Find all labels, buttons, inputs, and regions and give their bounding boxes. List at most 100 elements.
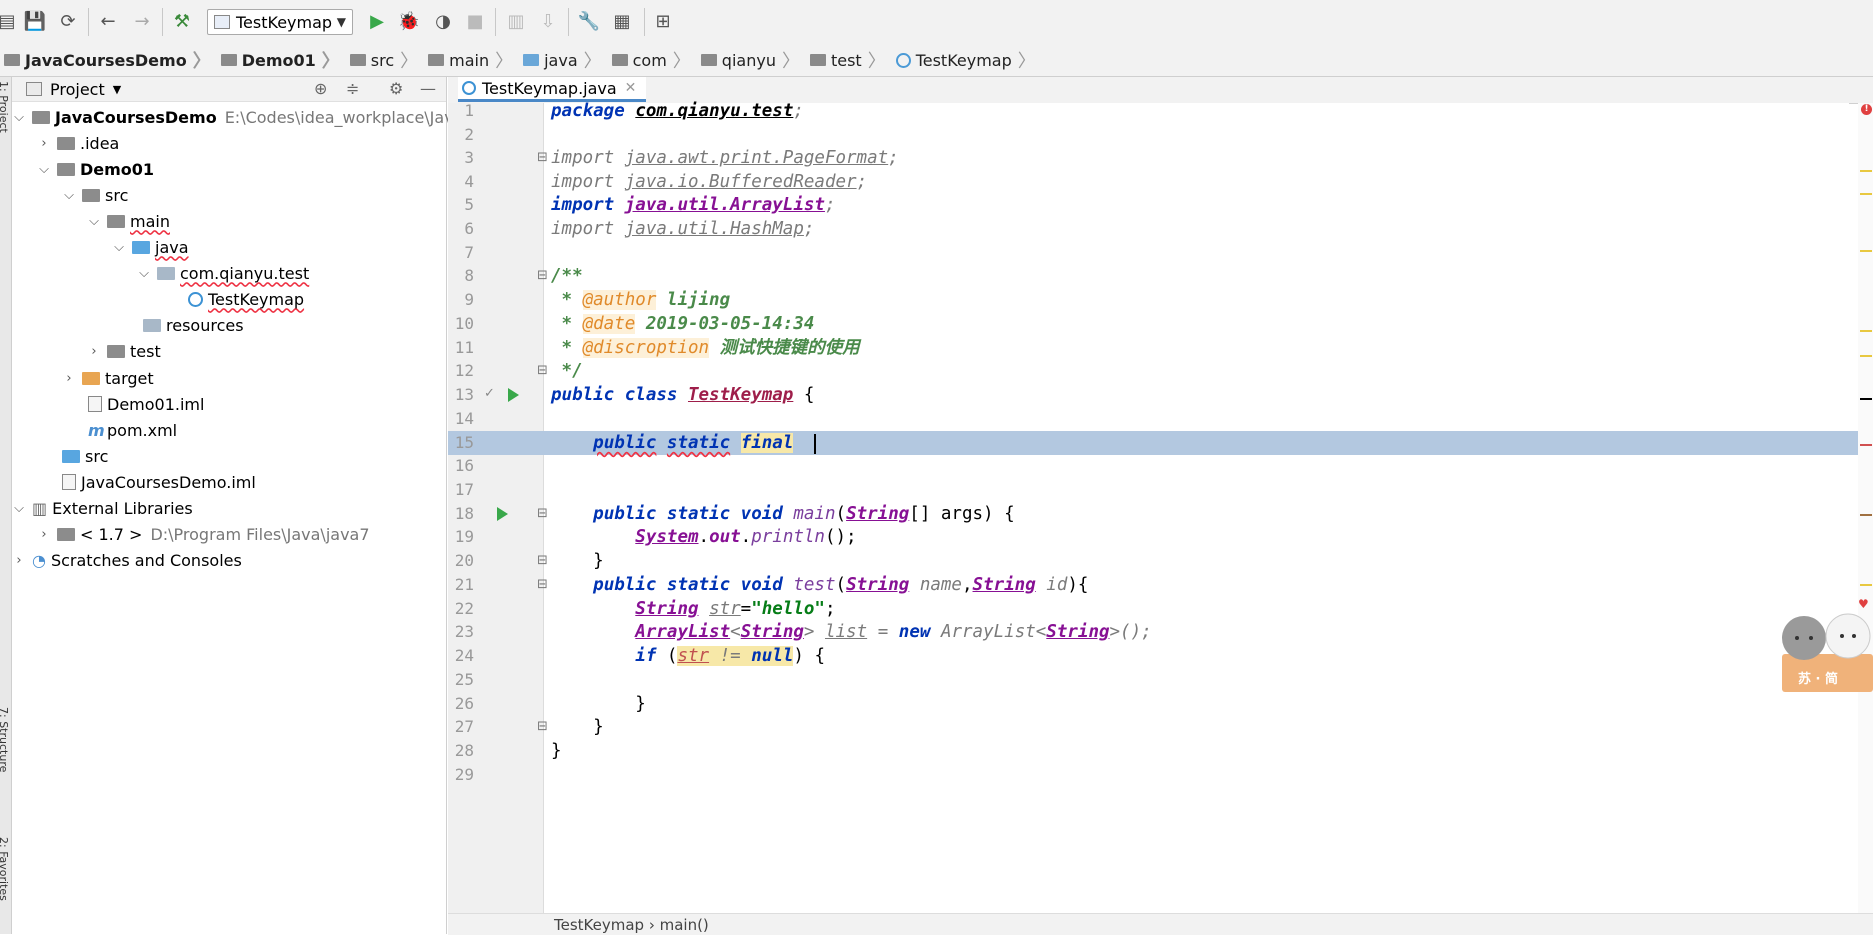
- tree-item-testkeymap[interactable]: TestKeymap: [182, 288, 304, 310]
- forward-icon[interactable]: →: [131, 11, 153, 33]
- warning-mark[interactable]: [1860, 250, 1872, 252]
- favorites-tool-tab[interactable]: 2: Favorites: [0, 837, 10, 901]
- sync-icon[interactable]: ⟳: [57, 11, 79, 33]
- folder-icon: [107, 214, 125, 228]
- project-tool-tab[interactable]: 1: Project: [0, 81, 10, 133]
- vcs-update-icon[interactable]: ▥: [505, 11, 527, 33]
- fold-marker-icon[interactable]: ⊟: [537, 719, 548, 734]
- minimize-icon[interactable]: —: [420, 79, 436, 98]
- chevron-down-icon[interactable]: ⌵: [12, 501, 26, 516]
- line-number: 13: [454, 385, 474, 404]
- tree-item-root-src[interactable]: src: [56, 445, 108, 467]
- vcs-commit-icon[interactable]: ⇩: [537, 11, 559, 33]
- breadcrumb-item[interactable]: src 〉: [346, 44, 424, 76]
- build-hammer-icon[interactable]: ⚒: [171, 11, 193, 33]
- chevron-right-icon[interactable]: ›: [62, 371, 76, 386]
- tree-item-main[interactable]: ⌵ main: [87, 210, 170, 232]
- warning-mark[interactable]: [1860, 514, 1872, 516]
- warning-mark[interactable]: [1860, 193, 1872, 195]
- tree-item-resources[interactable]: resources: [137, 314, 244, 336]
- tree-item-javacoursesdemo-iml[interactable]: JavaCoursesDemo.iml: [56, 471, 256, 493]
- tree-item-scratches[interactable]: › ◔ Scratches and Consoles: [12, 549, 241, 571]
- locate-target-icon[interactable]: ⊕: [314, 79, 327, 98]
- breadcrumb-item[interactable]: java 〉: [519, 44, 608, 76]
- error-mark[interactable]: [1860, 444, 1872, 446]
- tree-item-demo01[interactable]: ⌵ Demo01: [37, 158, 154, 180]
- project-panel-title[interactable]: Project: [50, 80, 105, 99]
- chevron-down-icon[interactable]: ⌵: [112, 240, 126, 255]
- fold-marker-icon[interactable]: ⊟: [537, 577, 548, 592]
- debug-icon[interactable]: 🐞: [398, 11, 420, 33]
- gear-icon[interactable]: ⚙: [389, 79, 403, 98]
- error-stripe[interactable]: [1858, 103, 1873, 913]
- structure-tool-tab[interactable]: 7: Structure: [0, 707, 10, 772]
- chevron-down-icon[interactable]: ▼: [113, 83, 121, 96]
- run-main-icon[interactable]: [497, 507, 508, 521]
- project-structure-icon[interactable]: ▦: [611, 11, 633, 33]
- back-icon[interactable]: ←: [97, 11, 119, 33]
- chevron-right-icon[interactable]: ›: [87, 344, 101, 359]
- folder-icon: [428, 54, 445, 66]
- run-config-select[interactable]: TestKeymap ▼: [207, 9, 353, 35]
- warning-mark[interactable]: [1860, 170, 1872, 172]
- save-icon[interactable]: 💾: [24, 11, 46, 33]
- editor-breadcrumb-path[interactable]: TestKeymap › main(): [554, 916, 709, 934]
- stop-icon[interactable]: ■: [464, 11, 486, 33]
- editor-breadcrumb-bar[interactable]: TestKeymap › main(): [448, 913, 1873, 935]
- tree-item-test[interactable]: › test: [87, 340, 160, 362]
- run-icon[interactable]: ▶: [366, 11, 388, 33]
- line-number: 6: [464, 219, 474, 238]
- chevron-down-icon[interactable]: ⌵: [37, 162, 51, 177]
- jdk-icon: [57, 527, 75, 541]
- tree-item-java[interactable]: ⌵ java: [112, 236, 188, 258]
- fold-marker-icon[interactable]: ⊟: [537, 553, 548, 568]
- collapse-all-icon[interactable]: ≑: [346, 79, 359, 98]
- line-number: 4: [464, 172, 474, 191]
- tree-item-target[interactable]: › target: [62, 367, 153, 389]
- tree-item-jdk[interactable]: › < 1.7 > D:\Program Files\Java\java7: [37, 523, 369, 545]
- tree-item-pom-xml[interactable]: m pom.xml: [82, 419, 177, 441]
- breadcrumb-item[interactable]: Demo01 〉: [217, 44, 346, 76]
- fold-marker-icon[interactable]: ⊟: [537, 363, 548, 378]
- breadcrumb-item[interactable]: test 〉: [806, 44, 892, 76]
- tree-item-external-libraries[interactable]: ⌵ ▥ External Libraries: [12, 497, 193, 519]
- settings-wrench-icon[interactable]: 🔧: [578, 11, 600, 33]
- tree-item-package[interactable]: ⌵ com.qianyu.test: [137, 262, 309, 284]
- code-line: public static void main(String[] args) {: [593, 504, 1015, 524]
- line-number: 27: [454, 717, 474, 736]
- breadcrumb-item[interactable]: JavaCoursesDemo 〉: [0, 44, 217, 76]
- chevron-right-icon[interactable]: ›: [12, 553, 26, 568]
- line-number: 12: [454, 361, 474, 380]
- fold-marker-icon[interactable]: ⊟: [537, 506, 548, 521]
- tree-item-javacoursesdemo[interactable]: ⌵ JavaCoursesDemo E:\Codes\idea_workplace\…: [12, 106, 484, 128]
- line-number: 18: [454, 504, 474, 523]
- chevron-right-icon[interactable]: ›: [37, 527, 51, 542]
- warning-mark[interactable]: [1860, 330, 1872, 332]
- breadcrumb-item[interactable]: com 〉: [608, 44, 697, 76]
- tree-item-idea[interactable]: › .idea: [37, 132, 119, 154]
- chevron-right-icon[interactable]: ›: [37, 136, 51, 151]
- fold-marker-icon[interactable]: ⊟: [537, 268, 548, 283]
- close-icon[interactable]: ✕: [625, 80, 637, 96]
- line-number: 8: [464, 266, 474, 285]
- tree-item-src[interactable]: ⌵ src: [62, 184, 128, 206]
- chevron-down-icon[interactable]: ⌵: [87, 214, 101, 229]
- tree-item-demo01-iml[interactable]: Demo01.iml: [82, 393, 204, 415]
- breadcrumb-item[interactable]: TestKeymap 〉: [892, 44, 1042, 76]
- line-number: 16: [454, 456, 474, 475]
- left-tool-strip: 1: Project 7: Structure 2: Favorites: [0, 77, 12, 934]
- folder-icon: [57, 136, 75, 150]
- chevron-down-icon[interactable]: ⌵: [62, 188, 76, 203]
- warning-mark[interactable]: [1860, 584, 1872, 586]
- open-folder-icon[interactable]: ▤: [0, 11, 18, 33]
- run-class-icon[interactable]: [508, 388, 519, 402]
- fold-marker-icon[interactable]: ⊟: [537, 150, 548, 165]
- breadcrumb-item[interactable]: qianyu 〉: [697, 44, 806, 76]
- chevron-down-icon[interactable]: ⌵: [12, 110, 26, 125]
- warning-mark[interactable]: [1860, 355, 1872, 357]
- chevron-down-icon[interactable]: ⌵: [137, 266, 151, 281]
- error-indicator-icon[interactable]: !: [1861, 104, 1872, 115]
- coverage-icon[interactable]: ◑: [432, 11, 454, 33]
- sdk-manager-icon[interactable]: ⊞: [652, 11, 674, 33]
- breadcrumb-item[interactable]: main 〉: [424, 44, 519, 76]
